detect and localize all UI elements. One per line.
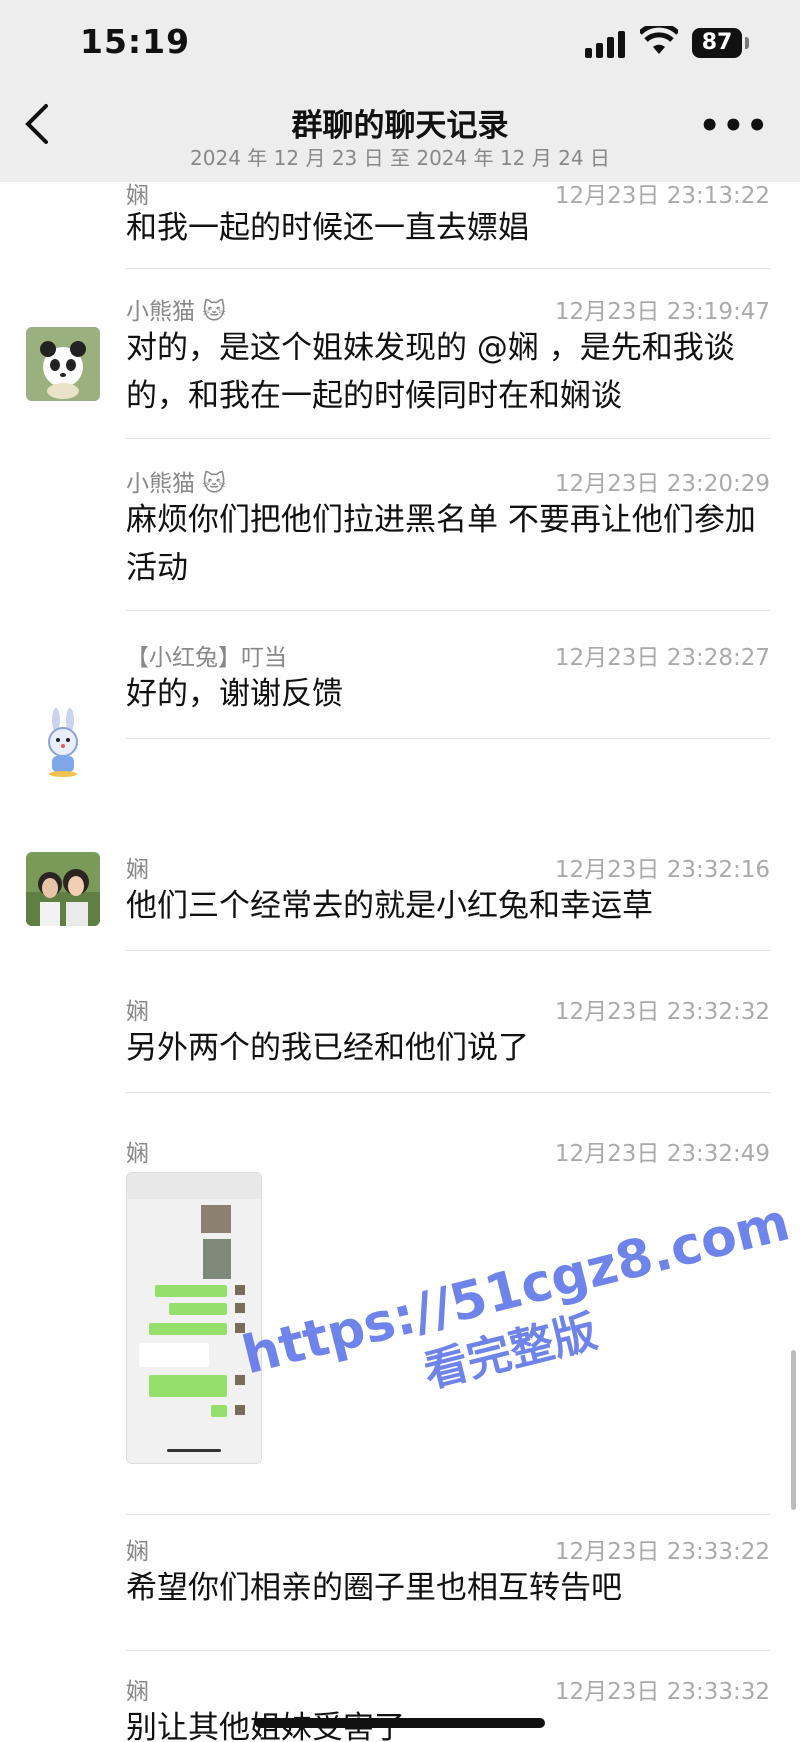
message-text[interactable]: 他们三个经常去的就是小红兔和幸运草 xyxy=(126,882,766,930)
status-bar: 15:19 87 xyxy=(0,0,800,92)
rabbit-avatar[interactable] xyxy=(26,706,100,780)
home-indicator[interactable] xyxy=(255,1718,545,1728)
message-text[interactable]: 对的，是这个姐妹发现的 @娴 ，是先和我谈的，和我在一起的时候同时在和娴谈 xyxy=(126,324,766,420)
divider xyxy=(126,1514,770,1515)
sender-name: 娴 xyxy=(126,999,149,1025)
panda-avatar[interactable] xyxy=(26,327,100,401)
chat-screenshot-thumbnail[interactable] xyxy=(126,1172,262,1464)
divider xyxy=(126,268,770,269)
message-text[interactable]: 希望你们相亲的圈子里也相互转告吧 xyxy=(126,1564,766,1612)
message-timestamp: 12月23日 23:32:16 xyxy=(554,857,770,883)
message-timestamp: 12月23日 23:32:49 xyxy=(554,1141,770,1167)
message-text[interactable]: 另外两个的我已经和他们说了 xyxy=(126,1024,766,1072)
sender-name: 娴 xyxy=(126,1679,149,1705)
sender-name: 小熊猫 🐱 xyxy=(126,299,227,325)
sender-name: 【小红兔】叮当 xyxy=(126,645,287,671)
divider xyxy=(126,438,770,439)
message-timestamp: 12月23日 23:33:22 xyxy=(554,1539,770,1565)
sender-name: 娴 xyxy=(126,1141,149,1167)
divider xyxy=(126,738,770,739)
status-time: 15:19 xyxy=(80,22,191,61)
date-range-subtitle: 2024 年 12 月 23 日 至 2024 年 12 月 24 日 xyxy=(190,146,610,170)
divider xyxy=(126,1092,770,1093)
message-timestamp: 12月23日 23:33:32 xyxy=(554,1679,770,1705)
sender-name: 小熊猫 🐱 xyxy=(126,471,227,497)
divider xyxy=(126,1650,770,1651)
message-timestamp: 12月23日 23:19:47 xyxy=(554,299,770,325)
battery-indicator: 87 xyxy=(692,28,749,58)
message-timestamp: 12月23日 23:20:29 xyxy=(554,471,770,497)
message-timestamp: 12月23日 23:32:32 xyxy=(554,999,770,1025)
message-text[interactable]: 好的，谢谢反馈 xyxy=(126,670,766,718)
nav-bar: 群聊的聊天记录 2024 年 12 月 23 日 至 2024 年 12 月 2… xyxy=(0,92,800,182)
message-text[interactable]: 和我一起的时候还一直去嫖娼 xyxy=(126,204,766,252)
divider xyxy=(126,610,770,611)
scrollbar[interactable] xyxy=(791,1350,796,1510)
page-title: 群聊的聊天记录 xyxy=(291,108,509,144)
sender-name: 娴 xyxy=(126,1539,149,1565)
message-timestamp: 12月23日 23:28:27 xyxy=(554,645,770,671)
more-options-icon[interactable]: ••• xyxy=(699,106,770,146)
divider xyxy=(126,950,770,951)
message-text[interactable]: 麻烦你们把他们拉进黑名单 不要再让他们参加活动 xyxy=(126,496,766,592)
cellular-signal-icon xyxy=(585,30,631,58)
sender-name: 娴 xyxy=(126,857,149,883)
wifi-icon xyxy=(638,22,680,62)
photo-avatar[interactable] xyxy=(26,852,100,926)
